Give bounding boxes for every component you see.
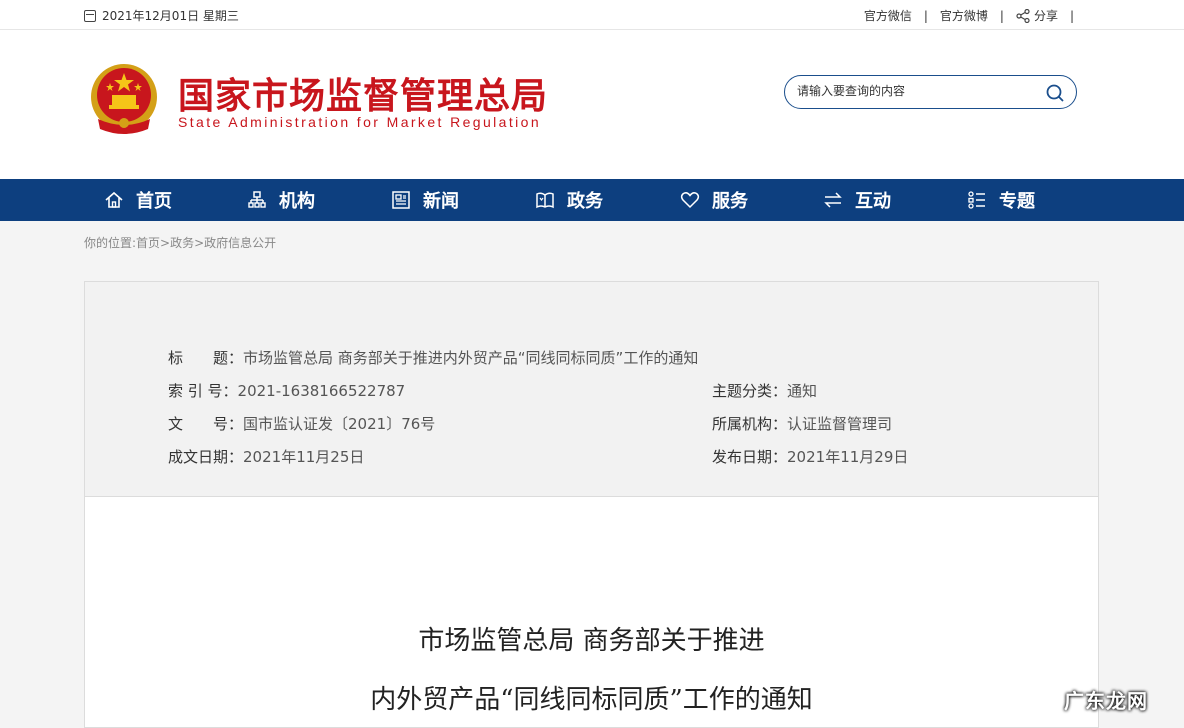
heart-icon xyxy=(680,192,700,209)
content-panel: 标 题：市场监管总局 商务部关于推进内外贸产品“同线同标同质”工作的通知 索 引… xyxy=(84,281,1099,728)
nav-label: 政务 xyxy=(567,191,603,212)
meta-label: 主题分类： xyxy=(712,382,788,400)
meta-topic-row: 主题分类：通知 xyxy=(712,380,817,401)
top-bar: 2021年12月01日 星期三 官方微信 | 官方微博 | 分享 | xyxy=(0,0,1184,30)
site-subtitle: State Administration for Market Regulati… xyxy=(178,114,542,130)
meta-label: 标 题： xyxy=(168,349,244,367)
org-chart-icon xyxy=(248,191,266,208)
meta-value: 2021年11月25日 xyxy=(243,448,365,466)
site-header: 国家市场监督管理总局 State Administration for Mark… xyxy=(0,30,1184,179)
nav-label: 新闻 xyxy=(423,191,459,212)
newspaper-icon xyxy=(392,191,410,209)
topic-list-icon xyxy=(968,191,985,209)
share-button[interactable]: 分享 xyxy=(1016,7,1058,24)
meta-published-row: 发布日期：2021年11月29日 xyxy=(712,446,908,467)
date-text: 2021年12月01日 星期三 xyxy=(102,9,239,23)
nav-item-home[interactable]: 首页 xyxy=(104,179,172,221)
nav-label: 服务 xyxy=(712,191,748,212)
share-label: 分享 xyxy=(1033,9,1058,23)
meta-label: 发布日期： xyxy=(712,448,788,466)
search-icon[interactable] xyxy=(1046,84,1064,102)
breadcrumb[interactable]: 你的位置:首页>政务>政府信息公开 xyxy=(84,234,276,251)
meta-value: 2021-1638166522787 xyxy=(237,382,406,400)
meta-label: 文 号： xyxy=(168,415,244,433)
meta-created-row: 成文日期：2021年11月25日 xyxy=(168,446,364,467)
weibo-link[interactable]: 官方微博 xyxy=(940,7,988,24)
nav-label: 机构 xyxy=(279,191,315,212)
meta-label: 索 引 号： xyxy=(168,382,238,400)
separator: | xyxy=(999,8,1004,23)
meta-org-row: 所属机构：认证监督管理司 xyxy=(712,413,892,434)
nav-label: 互动 xyxy=(855,191,891,212)
share-icon xyxy=(1016,8,1030,23)
site-title[interactable]: 国家市场监督管理总局 xyxy=(178,67,548,119)
calendar-icon xyxy=(84,9,96,22)
meta-value: 认证监督管理司 xyxy=(787,415,893,433)
meta-title-row: 标 题：市场监管总局 商务部关于推进内外贸产品“同线同标同质”工作的通知 xyxy=(168,347,698,368)
meta-index-row: 索 引 号：2021-1638166522787 xyxy=(168,380,405,401)
separator: | xyxy=(1069,8,1074,23)
nav-item-interact[interactable]: 互动 xyxy=(823,179,891,221)
search-input[interactable] xyxy=(797,84,1037,98)
meta-value: 通知 xyxy=(787,382,818,400)
exchange-icon xyxy=(824,192,842,208)
nav-item-affairs[interactable]: 政务 xyxy=(535,179,603,221)
search-box xyxy=(784,75,1077,109)
top-links: 官方微信 | 官方微博 | 分享 | xyxy=(864,7,1086,24)
nav-label: 专题 xyxy=(999,191,1035,212)
meta-docno-row: 文 号：国市监认证发〔2021〕76号 xyxy=(168,413,435,434)
main-nav: 首页 机构 新闻 政务 服务 互动 专题 xyxy=(0,179,1184,221)
current-date: 2021年12月01日 星期三 xyxy=(84,7,239,24)
watermark: 广东龙网 xyxy=(1064,689,1148,713)
document-title-line2: 内外贸产品“同线同标同质”工作的通知 xyxy=(370,685,813,715)
national-emblem-icon[interactable] xyxy=(88,61,160,137)
book-icon xyxy=(536,192,554,209)
separator: | xyxy=(923,8,928,23)
meta-label: 成文日期： xyxy=(168,448,244,466)
home-icon xyxy=(105,191,123,208)
wechat-link[interactable]: 官方微信 xyxy=(864,7,912,24)
nav-label: 首页 xyxy=(136,191,172,212)
document-meta: 标 题：市场监管总局 商务部关于推进内外贸产品“同线同标同质”工作的通知 索 引… xyxy=(85,282,1098,497)
meta-value: 市场监管总局 商务部关于推进内外贸产品“同线同标同质”工作的通知 xyxy=(243,349,699,367)
nav-item-news[interactable]: 新闻 xyxy=(391,179,459,221)
nav-item-service[interactable]: 服务 xyxy=(680,179,748,221)
document-title-line1: 市场监管总局 商务部关于推进 xyxy=(418,626,765,656)
meta-value: 2021年11月29日 xyxy=(787,448,909,466)
meta-label: 所属机构： xyxy=(712,415,788,433)
meta-value: 国市监认证发〔2021〕76号 xyxy=(243,415,436,433)
nav-item-topics[interactable]: 专题 xyxy=(967,179,1035,221)
nav-item-org[interactable]: 机构 xyxy=(247,179,315,221)
